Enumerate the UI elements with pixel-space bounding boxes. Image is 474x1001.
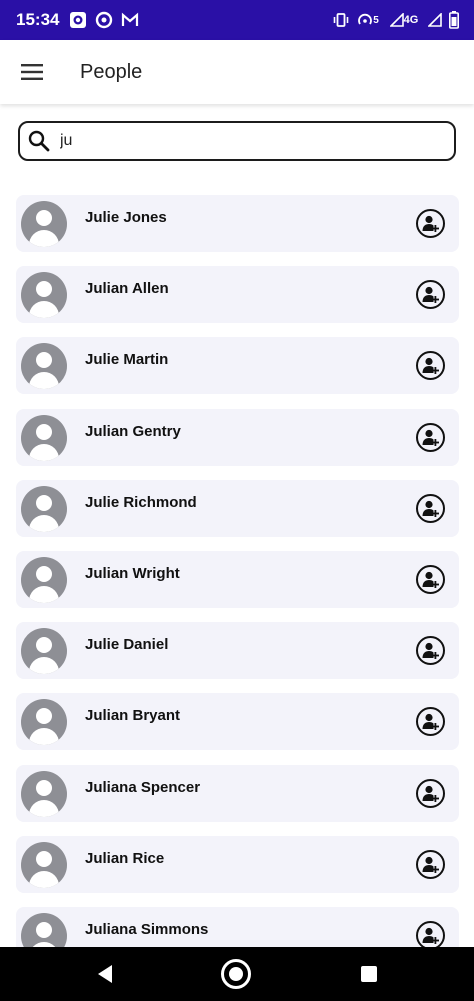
gmail-icon [121,11,139,29]
person-name: Juliana Simmons [85,921,209,938]
list-item[interactable]: Julian Rice [16,836,459,893]
add-person-icon [422,215,439,232]
battery-icon [448,11,460,29]
list-item[interactable]: Julian Bryant [16,693,459,750]
recents-icon[interactable] [361,966,377,982]
add-person-icon [422,357,439,374]
list-item[interactable]: Julian Allen [16,266,459,323]
add-friend-button[interactable] [416,280,445,309]
search-input[interactable] [58,131,422,151]
people-list: Julie Jones Julian Allen Julie Martin Julia… [0,195,474,947]
avatar [21,913,67,947]
hotspot-count: 5 [373,14,379,26]
menu-button[interactable] [12,52,52,92]
hamburger-menu-icon [21,64,43,80]
person-name: Julian Rice [85,850,165,867]
add-person-icon [422,642,439,659]
list-item[interactable]: Julian Wright [16,551,459,608]
system-nav-bar [0,947,474,1001]
home-icon[interactable] [221,959,251,989]
add-friend-button[interactable] [416,423,445,452]
hotspot-icon: 5 [356,11,380,29]
list-item[interactable]: Julie Richmond [16,480,459,537]
avatar [21,557,67,603]
avatar [21,628,67,674]
signal-icon [428,11,442,29]
person-name: Julian Allen [85,280,169,297]
person-name: Julie Martin [85,351,169,368]
app-bar: People [0,40,474,104]
add-person-icon [422,571,439,588]
avatar [21,343,67,389]
add-person-icon [422,713,439,730]
page-title: People [80,60,143,83]
add-person-icon [422,429,439,446]
add-friend-button[interactable] [416,565,445,594]
add-person-icon [422,785,439,802]
screen-record-icon [69,11,87,29]
list-item[interactable]: Julie Martin [16,337,459,394]
data-saver-icon [95,11,113,29]
person-name: Julian Gentry [85,423,181,440]
avatar [21,771,67,817]
status-bar: 15:34 5 4G [0,0,474,40]
search-box[interactable] [18,121,456,161]
list-item[interactable]: Julie Daniel [16,622,459,679]
add-friend-button[interactable] [416,209,445,238]
list-item[interactable]: Julian Gentry [16,409,459,466]
signal-icon: 4G [386,11,422,29]
person-name: Julian Bryant [85,707,181,724]
vibrate-icon [332,11,350,29]
add-friend-button[interactable] [416,707,445,736]
person-name: Julie Jones [85,209,167,226]
person-name: Julian Wright [85,565,180,582]
add-person-icon [422,500,439,517]
avatar [21,415,67,461]
add-person-icon [422,286,439,303]
avatar [21,699,67,745]
person-name: Julie Daniel [85,636,169,653]
search-icon [28,130,50,152]
status-time: 15:34 [16,10,60,29]
person-name: Juliana Spencer [85,779,201,796]
list-item[interactable]: Juliana Spencer [16,765,459,822]
add-friend-button[interactable] [416,636,445,665]
avatar [21,201,67,247]
add-friend-button[interactable] [416,850,445,879]
add-friend-button[interactable] [416,351,445,380]
add-friend-button[interactable] [416,779,445,808]
list-item[interactable]: Julie Jones [16,195,459,252]
avatar [21,272,67,318]
list-item[interactable]: Juliana Simmons [16,907,459,947]
back-icon[interactable] [96,964,114,984]
network-type: 4G [403,14,419,26]
add-person-icon [422,856,439,873]
avatar [21,842,67,888]
add-friend-button[interactable] [416,494,445,523]
avatar [21,486,67,532]
add-person-icon [422,927,439,944]
person-name: Julie Richmond [85,494,197,511]
add-friend-button[interactable] [416,921,445,947]
